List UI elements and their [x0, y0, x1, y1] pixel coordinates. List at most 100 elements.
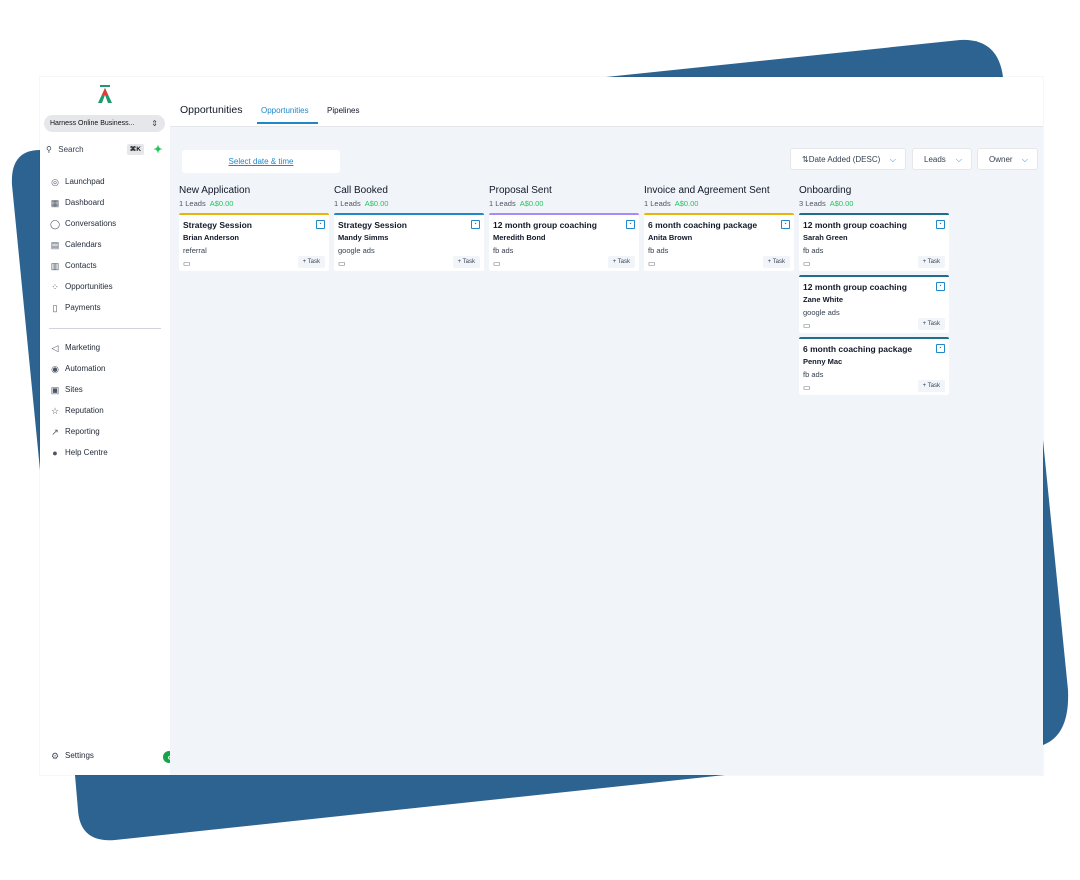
calendar-icon[interactable]: ▪	[936, 282, 945, 291]
card-title: 12 month group coaching	[493, 220, 597, 230]
column-amount: A$0.00	[829, 199, 854, 208]
chat-icon[interactable]: ▭	[338, 259, 346, 268]
column-meta: 1 Leads A$0.00	[644, 198, 794, 210]
calendar-icon[interactable]: ▪	[626, 220, 635, 229]
search-label: Search	[58, 145, 84, 154]
chat-icon[interactable]: ▭	[493, 259, 501, 268]
add-task-button[interactable]: + Task	[917, 318, 945, 330]
opportunity-card[interactable]: 6 month coaching package ▪ Anita Brown fb a…	[644, 213, 794, 271]
calendar-icon[interactable]: ▪	[316, 220, 325, 229]
owner-dropdown[interactable]: Owner ⌵	[977, 148, 1038, 170]
column-meta: 1 Leads A$0.00	[334, 198, 484, 210]
sidebar-item-label: Calendars	[65, 240, 102, 249]
opportunity-card[interactable]: Strategy Session ▪ Mandy Simms google ads ▭ +…	[334, 213, 484, 271]
calendar-icon[interactable]: ▪	[781, 220, 790, 229]
chat-icon[interactable]: ▭	[803, 259, 811, 268]
rocket-icon: ◎	[51, 177, 59, 187]
search-button[interactable]: ⚲ Search ⌘K	[46, 143, 144, 157]
opportunity-card[interactable]: 12 month group coaching ▪ Meredith Bond fb …	[489, 213, 639, 271]
search-shortcut: ⌘K	[126, 144, 144, 155]
account-switcher[interactable]: Harness Online Business... ⇕	[44, 115, 165, 132]
chat-icon[interactable]: ▭	[183, 259, 191, 268]
chat-icon[interactable]: ▭	[803, 321, 811, 330]
date-filter-button[interactable]: Select date & time	[182, 150, 340, 173]
sidebar-item-automation[interactable]: ◉ Automation	[49, 361, 164, 377]
add-task-button[interactable]: + Task	[762, 256, 790, 268]
sidebar-item-reputation[interactable]: ☆ Reputation	[49, 403, 164, 419]
sidebar-item-conversations[interactable]: ◯ Conversations	[49, 216, 164, 232]
tab-pipelines[interactable]: Pipelines	[327, 106, 359, 115]
lead-source: fb ads	[648, 246, 669, 255]
add-task-button[interactable]: + Task	[917, 380, 945, 392]
opportunity-card[interactable]: 12 month group coaching ▪ Sarah Green fb ad…	[799, 213, 949, 271]
sidebar-item-label: Reporting	[65, 427, 100, 436]
add-task-button[interactable]: + Task	[607, 256, 635, 268]
column-meta: 3 Leads A$0.00	[799, 198, 949, 210]
tab-opportunities[interactable]: Opportunities	[261, 106, 309, 115]
header-bar: Opportunities Opportunities Pipelines	[170, 77, 1043, 127]
column-title: New Application	[179, 185, 251, 196]
sites-icon: ▣	[50, 385, 60, 395]
add-task-button[interactable]: + Task	[297, 256, 325, 268]
column-title: Proposal Sent	[489, 185, 552, 196]
chat-icon: ◯	[49, 219, 61, 229]
pipeline-column: New Application 1 Leads A$0.00	[179, 184, 329, 210]
sidebar-item-opportunities[interactable]: ⁘ Opportunities	[49, 279, 164, 295]
column-amount: A$0.00	[209, 199, 234, 208]
sort-dropdown[interactable]: ⇅Date Added (DESC) ⌵	[790, 148, 906, 170]
lead-count: 1 Leads	[334, 199, 361, 208]
sidebar-item-calendars[interactable]: ▤ Calendars	[49, 237, 164, 253]
sidebar-item-reporting[interactable]: ↗ Reporting	[49, 424, 164, 440]
sidebar-item-dashboard[interactable]: ▦ Dashboard	[49, 195, 164, 211]
lead-count: 1 Leads	[644, 199, 671, 208]
sidebar-item-marketing[interactable]: ◁ Marketing	[49, 340, 164, 356]
add-task-button[interactable]: + Task	[452, 256, 480, 268]
calendar-icon[interactable]: ▪	[936, 344, 945, 353]
sidebar-item-label: Settings	[65, 751, 94, 760]
sidebar-item-launchpad[interactable]: ◎ Launchpad	[49, 174, 164, 190]
gear-icon: ⚙	[50, 751, 60, 761]
sidebar-item-label: Reputation	[65, 406, 104, 415]
sidebar-item-label: Marketing	[65, 343, 101, 352]
column-title: Invoice and Agreement Sent	[644, 185, 770, 196]
calendar-icon[interactable]: ▪	[936, 220, 945, 229]
sidebar-item-label: Dashboard	[65, 198, 105, 207]
sidebar-item-help-centre[interactable]: ● Help Centre	[49, 445, 164, 461]
sidebar-item-payments[interactable]: ▯ Payments	[49, 300, 164, 316]
opportunity-card[interactable]: Strategy Session ▪ Brian Anderson referral ▭…	[179, 213, 329, 271]
sidebar-item-contacts[interactable]: ▥ Contacts	[49, 258, 164, 274]
pipeline-column: Onboarding 3 Leads A$0.00	[799, 184, 949, 210]
sidebar-divider	[49, 328, 161, 329]
sidebar-item-sites[interactable]: ▣ Sites	[49, 382, 164, 398]
sidebar-item-label: Opportunities	[65, 282, 113, 291]
add-task-button[interactable]: + Task	[917, 256, 945, 268]
contact-name: Anita Brown	[648, 233, 693, 242]
leads-dropdown[interactable]: Leads ⌵	[912, 148, 972, 170]
column-title: Onboarding	[799, 185, 852, 196]
leads-label: Leads	[924, 155, 946, 164]
lead-source: google ads	[338, 246, 375, 255]
card-title: 6 month coaching package	[803, 344, 913, 354]
sidebar-item-label: Launchpad	[65, 177, 105, 186]
sidebar-item-settings[interactable]: ⚙ Settings	[49, 748, 164, 764]
calendar-icon[interactable]: ▪	[471, 220, 480, 229]
logo-icon	[98, 85, 112, 103]
column-meta: 1 Leads A$0.00	[179, 198, 329, 210]
calendar-icon: ▤	[50, 240, 60, 250]
pipeline-column: Invoice and Agreement Sent 1 Leads A$0.00	[644, 184, 794, 210]
sort-label: Date Added (DESC)	[808, 155, 881, 164]
quick-add-icon[interactable]: ✦	[151, 143, 165, 157]
lead-count: 1 Leads	[489, 199, 516, 208]
opportunity-card[interactable]: 12 month group coaching ▪ Zane White google…	[799, 275, 949, 333]
chat-icon[interactable]: ▭	[648, 259, 656, 268]
chevron-down-icon: ⌵	[1021, 155, 1028, 164]
app-window: Harness Online Business... ⇕ ⚲ Search ⌘K…	[40, 77, 1043, 775]
owner-label: Owner	[989, 155, 1013, 164]
account-name: Harness Online Business...	[50, 120, 135, 127]
lead-source: fb ads	[803, 370, 824, 379]
contact-name: Meredith Bond	[493, 233, 546, 242]
contact-name: Zane White	[803, 295, 844, 304]
chat-icon[interactable]: ▭	[803, 383, 811, 392]
lead-source: google ads	[803, 308, 840, 317]
opportunity-card[interactable]: 6 month coaching package ▪ Penny Mac fb ads…	[799, 337, 949, 395]
